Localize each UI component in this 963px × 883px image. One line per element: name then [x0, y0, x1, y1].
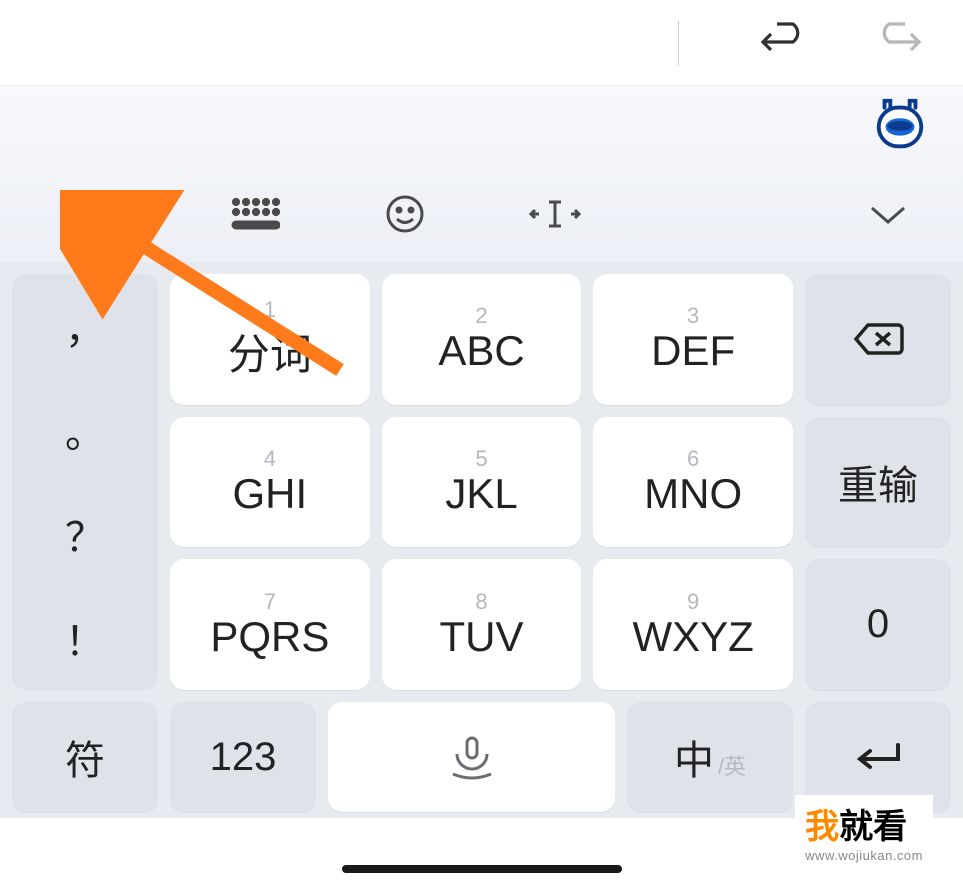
key-label: PQRS	[210, 613, 329, 661]
numeric-key[interactable]: 123	[170, 702, 316, 812]
key-label: MNO	[644, 470, 742, 518]
reinput-key[interactable]: 重输	[805, 417, 951, 548]
key-label: JKL	[445, 470, 517, 518]
chevron-down-icon	[866, 200, 910, 228]
key-2-abc[interactable]: 2 ABC	[382, 274, 582, 405]
assistant-icon	[871, 96, 929, 154]
key-num: 1	[264, 299, 276, 321]
punct-period[interactable]: 。	[12, 378, 158, 482]
keyboard-layout-button[interactable]	[180, 196, 330, 232]
key-9-wxyz[interactable]: 9 WXYZ	[593, 559, 793, 690]
key-label: 分词	[228, 321, 312, 382]
key-num: 8	[475, 591, 487, 613]
key-3-def[interactable]: 3 DEF	[593, 274, 793, 405]
redo-button[interactable]	[871, 20, 923, 65]
apps-menu-button[interactable]	[30, 194, 180, 234]
punct-exclaim[interactable]: ！	[12, 586, 158, 690]
key-4-ghi[interactable]: 4 GHI	[170, 417, 370, 548]
key-num: 4	[264, 448, 276, 470]
enter-icon	[850, 739, 906, 775]
key-label: 中 /英	[674, 728, 746, 786]
language-toggle-key[interactable]: 中 /英	[627, 702, 793, 812]
key-1[interactable]: 1 分词	[170, 274, 370, 405]
key-num: 2	[475, 305, 487, 327]
punct-comma[interactable]: ，	[12, 274, 158, 378]
keyboard-layout-icon	[230, 196, 280, 232]
home-indicator[interactable]	[342, 865, 622, 873]
key-label: GHI	[233, 470, 308, 518]
emoji-button[interactable]	[330, 193, 480, 235]
cursor-move-icon	[527, 194, 583, 234]
collapse-keyboard-button[interactable]	[843, 200, 933, 228]
key-label: DEF	[651, 327, 735, 375]
undo-button[interactable]	[759, 20, 811, 65]
key-num: 5	[475, 448, 487, 470]
key-num: 6	[687, 448, 699, 470]
assistant-mascot[interactable]	[871, 96, 929, 154]
cursor-move-button[interactable]	[480, 194, 630, 234]
punct-question[interactable]: ？	[12, 482, 158, 586]
editor-topbar	[0, 0, 963, 86]
key-label: 123	[210, 735, 277, 780]
apps-grid-icon	[81, 194, 129, 234]
emoji-icon	[384, 193, 426, 235]
key-num: 9	[687, 591, 699, 613]
key-label: ABC	[438, 327, 524, 375]
undo-icon	[759, 20, 811, 60]
watermark: 我就看 www.wojiukan.com	[795, 795, 933, 869]
space-key[interactable]	[328, 702, 615, 812]
key-0[interactable]: 0	[805, 559, 951, 690]
key-label: WXYZ	[633, 613, 754, 661]
backspace-icon	[850, 319, 906, 359]
key-num: 7	[264, 591, 276, 613]
key-label: 重输	[838, 453, 918, 511]
key-8-tuv[interactable]: 8 TUV	[382, 559, 582, 690]
redo-icon	[871, 20, 923, 60]
divider	[678, 21, 679, 65]
punctuation-column: ， 。 ？ ！	[12, 274, 158, 690]
keyboard: ， 。 ？ ！ 1 分词 2 ABC 3 DEF	[0, 262, 963, 818]
key-7-pqrs[interactable]: 7 PQRS	[170, 559, 370, 690]
key-label: 0	[867, 602, 889, 647]
key-6-mno[interactable]: 6 MNO	[593, 417, 793, 548]
keyboard-toolbar	[0, 166, 963, 262]
key-5-jkl[interactable]: 5 JKL	[382, 417, 582, 548]
symbol-key[interactable]: 符	[12, 702, 158, 812]
key-label: 符	[65, 728, 105, 786]
key-num: 3	[687, 305, 699, 327]
microphone-icon	[437, 732, 507, 782]
candidate-strip	[0, 86, 963, 166]
key-label: TUV	[440, 613, 524, 661]
backspace-key[interactable]	[805, 274, 951, 405]
